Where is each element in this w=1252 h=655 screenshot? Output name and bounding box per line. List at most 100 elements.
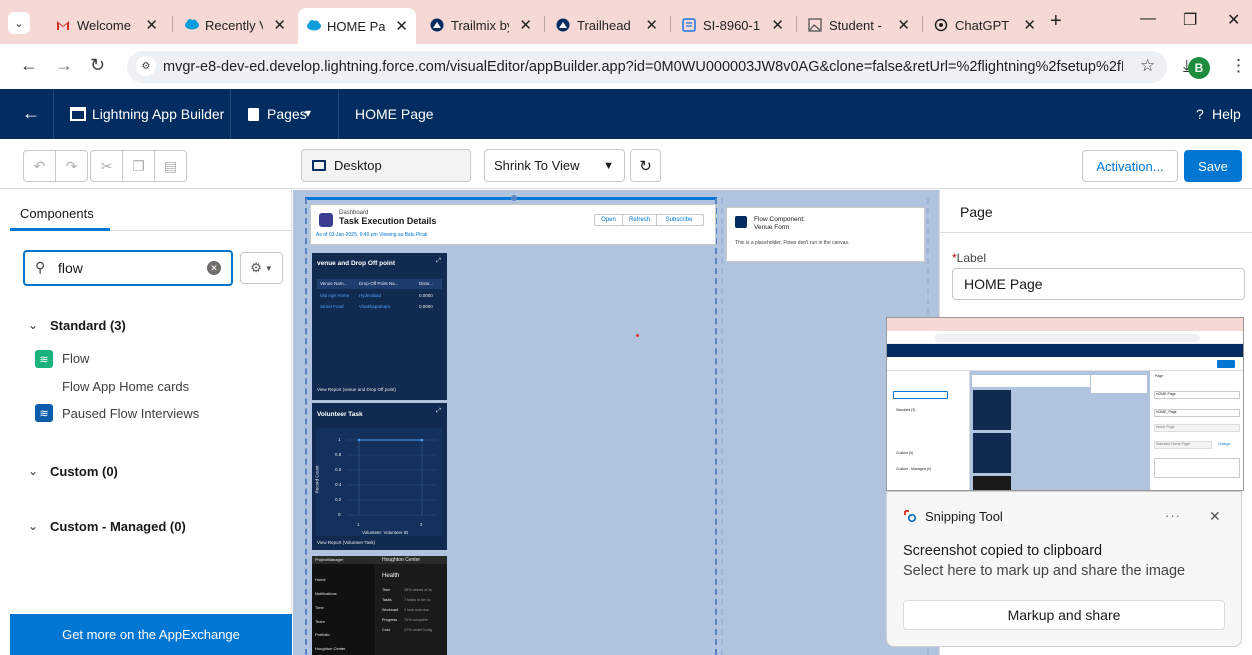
page-title: HOME Page xyxy=(355,106,434,122)
bookmark-star-icon[interactable]: ☆ xyxy=(1140,56,1155,76)
dashboard-open-button[interactable]: Open xyxy=(595,215,623,225)
browser-tab-strip: ⌄ Welcome t ✕ Recently Vi ✕ HOME Pag ✕ T… xyxy=(0,0,1252,44)
expand-icon[interactable]: ⤢ xyxy=(436,258,441,265)
view-select[interactable]: Shrink To View ▼ xyxy=(484,149,625,182)
browser-tab[interactable]: Recently Vi ✕ xyxy=(176,9,294,41)
paste-icon[interactable]: ▤ xyxy=(154,150,187,182)
close-tab-icon[interactable]: ✕ xyxy=(1023,16,1036,34)
browser-tab-active[interactable]: HOME Pag ✕ xyxy=(298,8,416,44)
components-panel: Components ⚲ flow ✕ ⚙ ▼ ⌄ Standard (3) ≋ … xyxy=(0,190,292,655)
settings-gear-menu[interactable]: ⚙ ▼ xyxy=(240,252,283,284)
toast-title: Screenshot copied to clipboard xyxy=(903,543,1103,559)
markup-and-share-button[interactable]: Markup and share xyxy=(903,600,1225,630)
chevron-down-icon[interactable]: ⌄ xyxy=(28,519,38,533)
reload-icon[interactable]: ↻ xyxy=(90,55,105,76)
help-link[interactable]: Help xyxy=(1212,106,1241,122)
chatgpt-icon xyxy=(934,18,948,32)
activation-button[interactable]: Activation... xyxy=(1082,150,1178,182)
report-chart-volunteer[interactable]: Volunteer Task ⤢ Record Count 1 0.8 0.6 … xyxy=(312,403,447,550)
gmail-icon xyxy=(56,18,70,32)
gear-icon: ⚙ xyxy=(250,260,262,275)
clear-search-icon[interactable]: ✕ xyxy=(207,261,221,275)
refresh-icon: ↻ xyxy=(639,157,652,175)
window-close-icon[interactable]: ✕ xyxy=(1227,10,1240,30)
dashboard-subscribe-button[interactable]: Subscribe xyxy=(657,215,701,225)
desktop-icon xyxy=(312,160,326,171)
app-builder-icon xyxy=(70,107,86,121)
report-chart-venue[interactable]: venue and Drop Off point ⤢ Venue Nam... … xyxy=(312,253,447,400)
dismiss-icon[interactable]: ✕ xyxy=(1209,508,1221,525)
snipping-tool-notification[interactable]: Snipping Tool ··· ✕ Screenshot copied to… xyxy=(886,491,1242,647)
browser-tab[interactable]: Welcome t ✕ xyxy=(48,9,166,41)
dashboard-refresh-button[interactable]: Refresh xyxy=(623,215,657,225)
flow-icon: ≋ xyxy=(35,350,53,368)
screenshot-thumbnail[interactable]: Standard (3) Custom (0) Custom - Managed… xyxy=(886,317,1244,491)
component-search-input[interactable]: ⚲ flow ✕ xyxy=(23,250,233,286)
close-tab-icon[interactable]: ✕ xyxy=(395,17,408,35)
more-options-icon[interactable]: ··· xyxy=(1165,508,1181,523)
help-icon[interactable]: ? xyxy=(1196,106,1204,122)
component-paused-flow-interviews[interactable]: Paused Flow Interviews xyxy=(62,406,199,421)
close-tab-icon[interactable]: ✕ xyxy=(145,16,158,34)
appexchange-link[interactable]: Get more on the AppExchange xyxy=(10,614,292,655)
device-select[interactable]: Desktop xyxy=(301,149,471,182)
restore-icon[interactable]: ❐ xyxy=(1183,10,1197,30)
section-custom-managed[interactable]: Custom - Managed (0) xyxy=(50,519,186,534)
undo-icon[interactable]: ↶ xyxy=(23,150,56,182)
expand-icon[interactable]: ⤢ xyxy=(436,408,441,415)
document-icon xyxy=(682,18,696,32)
browser-tab[interactable]: Trailhead | ✕ xyxy=(548,9,666,41)
browser-tab[interactable]: Trailmix by ✕ xyxy=(422,9,540,41)
new-tab-button[interactable]: + xyxy=(1050,10,1062,33)
kebab-menu-icon[interactable]: ⋮ xyxy=(1230,56,1247,76)
tab-list-dropdown[interactable]: ⌄ xyxy=(8,12,30,34)
browser-tab[interactable]: SI-8960-1 ✕ xyxy=(674,9,792,41)
close-tab-icon[interactable]: ✕ xyxy=(645,16,658,34)
pages-menu[interactable]: Pages xyxy=(267,106,307,122)
close-tab-icon[interactable]: ✕ xyxy=(897,16,910,34)
component-flow[interactable]: Flow xyxy=(62,351,89,366)
toast-body: Select here to mark up and share the ima… xyxy=(903,563,1186,579)
save-button[interactable]: Save xyxy=(1184,150,1242,182)
avatar[interactable]: B xyxy=(1188,57,1210,79)
label-caption: Label xyxy=(956,251,987,265)
chevron-down-icon[interactable]: ⌄ xyxy=(28,464,38,478)
copy-icon[interactable]: ❐ xyxy=(122,150,155,182)
forward-arrow-icon[interactable]: → xyxy=(55,55,73,76)
minimize-icon[interactable]: — xyxy=(1140,10,1156,28)
page-icon xyxy=(248,108,259,121)
salesforce-cloud-icon xyxy=(306,19,321,33)
paused-flow-icon: ≋ xyxy=(35,404,53,422)
builder-toolbar xyxy=(0,139,1252,189)
chevron-down-icon[interactable]: ▾ xyxy=(305,106,311,120)
page-canvas: Dashboard Task Execution Details As of 0… xyxy=(293,190,939,655)
chevron-down-icon[interactable]: ⌄ xyxy=(28,318,38,332)
cursor-dot xyxy=(636,334,639,337)
site-info-icon[interactable]: ⚙ xyxy=(136,56,156,76)
back-arrow-icon[interactable]: ← xyxy=(20,55,38,76)
browser-tab[interactable]: Student - ✕ xyxy=(800,9,918,41)
close-tab-icon[interactable]: ✕ xyxy=(273,16,286,34)
section-custom[interactable]: Custom (0) xyxy=(50,464,118,479)
selection-handle xyxy=(511,195,517,201)
close-tab-icon[interactable]: ✕ xyxy=(771,16,784,34)
image-icon xyxy=(808,18,822,32)
cut-icon[interactable]: ✂ xyxy=(90,150,123,182)
caret-down-icon: ▼ xyxy=(264,263,273,273)
trailhead-icon xyxy=(430,18,444,32)
close-tab-icon[interactable]: ✕ xyxy=(519,16,532,34)
project-manager-component[interactable]: ProjectManager Houghton Center Home Noti… xyxy=(312,556,447,655)
dashboard-component[interactable]: Dashboard Task Execution Details As of 0… xyxy=(310,204,716,245)
section-standard[interactable]: Standard (3) xyxy=(50,318,126,333)
app-builder-header: ← Lightning App Builder Pages ▾ HOME Pag… xyxy=(0,89,1252,139)
refresh-canvas-button[interactable]: ↻ xyxy=(630,149,661,182)
redo-icon[interactable]: ↷ xyxy=(55,150,88,182)
back-icon[interactable]: ← xyxy=(22,103,40,124)
component-flow-app-home-cards[interactable]: Flow App Home cards xyxy=(62,379,189,394)
flow-component[interactable]: Flow Component: Venue Form This is a pla… xyxy=(726,207,925,262)
browser-tab[interactable]: ChatGPT ✕ xyxy=(926,9,1044,41)
url-text[interactable]: mvgr-e8-dev-ed.develop.lightning.force.c… xyxy=(163,59,1123,75)
dashboard-icon xyxy=(319,213,333,227)
components-tab[interactable]: Components xyxy=(20,206,94,221)
label-input[interactable]: HOME Page xyxy=(952,268,1245,300)
